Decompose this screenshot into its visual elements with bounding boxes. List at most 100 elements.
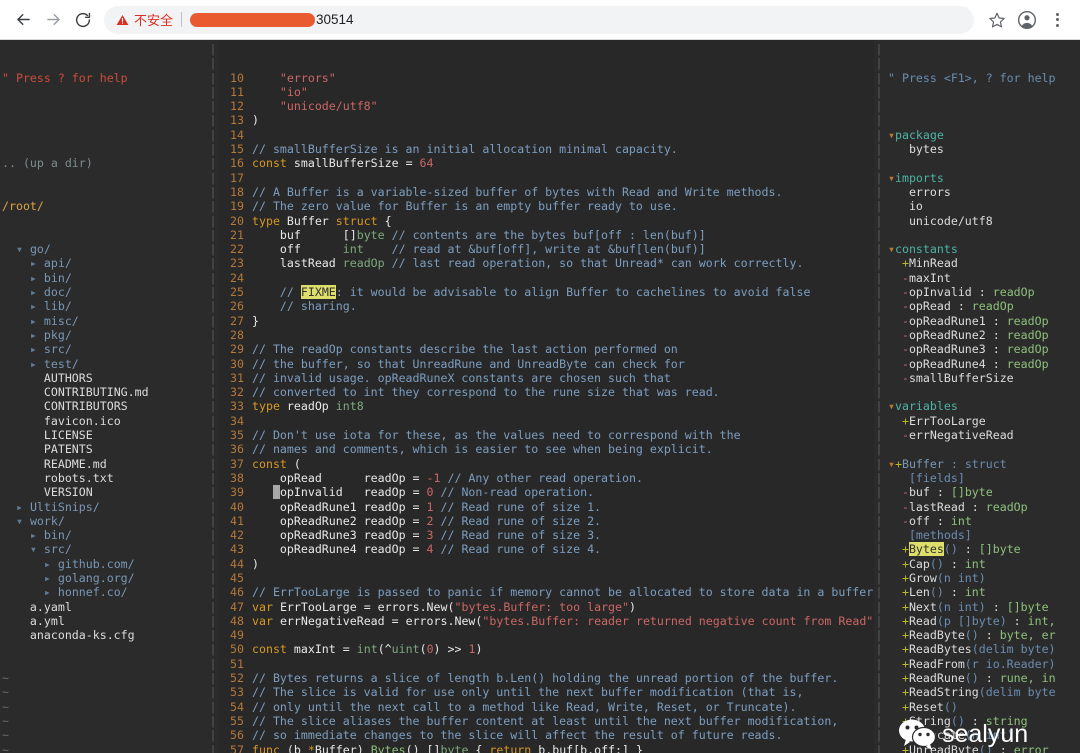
tagbar-tag-item[interactable]: -opReadRune4 : readOp <box>888 357 1080 371</box>
code-line[interactable]: 25 // FIXME: it would be advisable to al… <box>218 285 874 300</box>
nerdtree-item[interactable]: ▾ src/ <box>2 542 208 556</box>
nerdtree-item[interactable]: ▸ UltiSnips/ <box>2 500 208 514</box>
address-bar[interactable]: 不安全 30514 <box>104 5 974 34</box>
tagbar-tag-item[interactable]: -lastRead : readOp <box>888 500 1080 514</box>
nerdtree-toggle-arrow[interactable]: ▸ <box>30 328 37 342</box>
nerdtree-up-dir[interactable]: .. (up a dir) <box>2 156 208 170</box>
tagbar-tag-item[interactable]: -maxInt <box>888 271 1080 285</box>
nerdtree-item[interactable]: ▸ bin/ <box>2 528 208 542</box>
tagbar-tag-item[interactable]: bytes <box>888 142 1080 156</box>
code-line[interactable]: 41 opReadRune2 readOp = 2 // Read rune o… <box>218 514 874 528</box>
tagbar-tag-item[interactable]: +MinRead <box>888 256 1080 270</box>
tagbar-tag-item[interactable]: -off : int <box>888 514 1080 528</box>
code-line[interactable]: 11 "io" <box>218 85 874 99</box>
code-line[interactable]: 43 opReadRune4 readOp = 4 // Read rune o… <box>218 542 874 556</box>
nerdtree-item[interactable]: ▾ go/ <box>2 242 208 256</box>
tagbar-tag-item[interactable]: +ReadString(delim byte <box>888 685 1080 699</box>
nerdtree-item[interactable]: ▾ work/ <box>2 514 208 528</box>
nerdtree-toggle-arrow[interactable]: ▸ <box>30 528 37 542</box>
code-line[interactable]: 23 lastRead readOp // last read operatio… <box>218 256 874 270</box>
nerdtree-item[interactable]: ▸ test/ <box>2 357 208 371</box>
tagbar-fold-icon[interactable]: ▾ <box>888 457 895 471</box>
nerdtree-toggle-arrow[interactable]: ▾ <box>30 542 37 556</box>
nerdtree-toggle-arrow[interactable]: ▸ <box>30 314 37 328</box>
tagbar-tag-item[interactable]: -errNegativeRead <box>888 428 1080 442</box>
tagbar-tag-item[interactable]: -opReadRune1 : readOp <box>888 314 1080 328</box>
nerdtree-item[interactable]: a.yaml <box>2 600 208 614</box>
code-line[interactable]: 10 "errors" <box>218 71 874 85</box>
tagbar-fold-icon[interactable]: ▾ <box>888 171 895 185</box>
tagbar-fold-icon[interactable]: ▾ <box>888 242 895 256</box>
code-line[interactable]: 47 var ErrTooLarge = errors.New("bytes.Bu… <box>218 600 874 614</box>
nerdtree-item[interactable]: CONTRIBUTORS <box>2 399 208 413</box>
nerdtree-toggle-arrow[interactable]: ▾ <box>16 514 23 528</box>
tagbar-tag-item[interactable]: errors <box>888 185 1080 199</box>
tagbar-tag-item[interactable]: -opRead : readOp <box>888 299 1080 313</box>
back-button[interactable] <box>8 5 38 35</box>
nerdtree-item[interactable]: a.yml <box>2 614 208 628</box>
code-line[interactable]: 50 const maxInt = int(^uint(0) >> 1) <box>218 642 874 656</box>
code-line[interactable]: 45 <box>218 571 874 585</box>
nerdtree-toggle-arrow[interactable]: ▸ <box>44 585 51 599</box>
code-line[interactable]: 51 <box>218 657 874 671</box>
tagbar-tag-item[interactable]: +ReadFrom(r io.Reader) <box>888 657 1080 671</box>
nerdtree-item[interactable]: robots.txt <box>2 471 208 485</box>
three-dot-menu-icon[interactable] <box>1042 5 1072 35</box>
code-line[interactable]: 17 <box>218 171 874 185</box>
tagbar-tag-item[interactable]: -smallBufferSize <box>888 371 1080 385</box>
code-line[interactable]: 20 type Buffer struct { <box>218 214 874 228</box>
code-line[interactable]: 29 // The readOp constants describe the l… <box>218 342 874 356</box>
nerdtree-toggle-arrow[interactable]: ▸ <box>30 299 37 313</box>
code-line[interactable]: 55 // The slice aliases the buffer conten… <box>218 714 874 728</box>
tagbar-tag-item[interactable]: +Len() : int <box>888 585 1080 599</box>
tagbar-tag-item[interactable]: +Cap() : int <box>888 557 1080 571</box>
nerdtree-toggle-arrow[interactable]: ▸ <box>30 256 37 270</box>
vertical-split-divider-left[interactable]: | | | | | | | | | | | | | | | | | | | | | | | | | | | | | | | | | | | | | | | |… <box>208 40 218 753</box>
tagbar-kind-header[interactable]: ▾imports <box>888 171 1080 185</box>
nerdtree-item[interactable]: ▸ honnef.co/ <box>2 585 208 599</box>
nerdtree-item[interactable]: ▸ api/ <box>2 256 208 270</box>
code-line[interactable]: 24 <box>218 271 874 285</box>
nerdtree-toggle-arrow[interactable]: ▾ <box>16 242 23 256</box>
tagbar-fold-icon[interactable]: ▾ <box>888 399 895 413</box>
tagbar-tag-item[interactable]: +Truncate(n int) <box>888 728 1080 742</box>
nerdtree-file-explorer[interactable]: " Press ? for help .. (up a dir) /root/ … <box>0 40 208 753</box>
nerdtree-toggle-arrow[interactable]: ▸ <box>44 571 51 585</box>
code-line[interactable]: 48 var errNegativeRead = errors.New("byte… <box>218 614 874 628</box>
nerdtree-toggle-arrow[interactable]: ▸ <box>30 357 37 371</box>
profile-avatar-icon[interactable] <box>1012 5 1042 35</box>
tagbar-fold-icon[interactable]: ▾ <box>888 128 895 142</box>
code-line[interactable]: 56 // so immediate changes to the slice w… <box>218 728 874 742</box>
nerdtree-item[interactable]: ▸ golang.org/ <box>2 571 208 585</box>
nerdtree-item[interactable]: ▸ src/ <box>2 342 208 356</box>
star-icon[interactable] <box>982 5 1012 35</box>
nerdtree-item[interactable]: ▸ pkg/ <box>2 328 208 342</box>
code-line[interactable]: 35 // Don't use iota for these, as the va… <box>218 428 874 442</box>
code-line[interactable]: 33 type readOp int8 <box>218 399 874 413</box>
tagbar-tag-item[interactable]: +Read(p []byte) : int, <box>888 614 1080 628</box>
tagbar-kind-header[interactable]: ▾variables <box>888 399 1080 413</box>
code-line[interactable]: 52 // Bytes returns a slice of length b.L… <box>218 671 874 685</box>
nerdtree-item[interactable]: AUTHORS <box>2 371 208 385</box>
code-line[interactable]: 57 func (b *Buffer) Bytes() []byte { retu… <box>218 743 874 753</box>
code-line[interactable]: 15 // smallBufferSize is an initial alloc… <box>218 142 874 156</box>
code-line[interactable]: 44) <box>218 557 874 571</box>
vertical-split-divider-right[interactable]: | | | | | | | | | | | | | | | | | | | | | | | | | | | | | | | | | | | | | | | |… <box>874 40 884 753</box>
tagbar-panel[interactable]: " Press <F1>, ? for help ▾package bytes … <box>884 40 1080 753</box>
code-line[interactable]: 16 const smallBufferSize = 64 <box>218 156 874 170</box>
nerdtree-item[interactable]: README.md <box>2 457 208 471</box>
nerdtree-item[interactable]: ▸ github.com/ <box>2 557 208 571</box>
tagbar-tag-item[interactable]: +ErrTooLarge <box>888 414 1080 428</box>
code-line[interactable]: 12 "unicode/utf8" <box>218 99 874 113</box>
tagbar-kind-header[interactable]: ▾package <box>888 128 1080 142</box>
tagbar-tag-item[interactable]: +ReadByte() : byte, er <box>888 628 1080 642</box>
code-line[interactable]: 18 // A Buffer is a variable-sized buffer… <box>218 185 874 199</box>
nerdtree-item[interactable]: ▸ lib/ <box>2 299 208 313</box>
nerdtree-toggle-arrow[interactable]: ▸ <box>30 342 37 356</box>
code-line[interactable]: 36 // names and comments, which is easier… <box>218 442 874 456</box>
code-line[interactable]: 30 // the buffer, so that UnreadRune and … <box>218 357 874 371</box>
tagbar-tag-item[interactable]: +String() : string <box>888 714 1080 728</box>
code-line[interactable]: 54 // only until the next call to a metho… <box>218 700 874 714</box>
tagbar-tag-item[interactable]: -opInvalid : readOp <box>888 285 1080 299</box>
code-editor[interactable]: 10 "errors" 11 "io" 12 "unicode/utf8" 13) 14… <box>218 40 874 753</box>
